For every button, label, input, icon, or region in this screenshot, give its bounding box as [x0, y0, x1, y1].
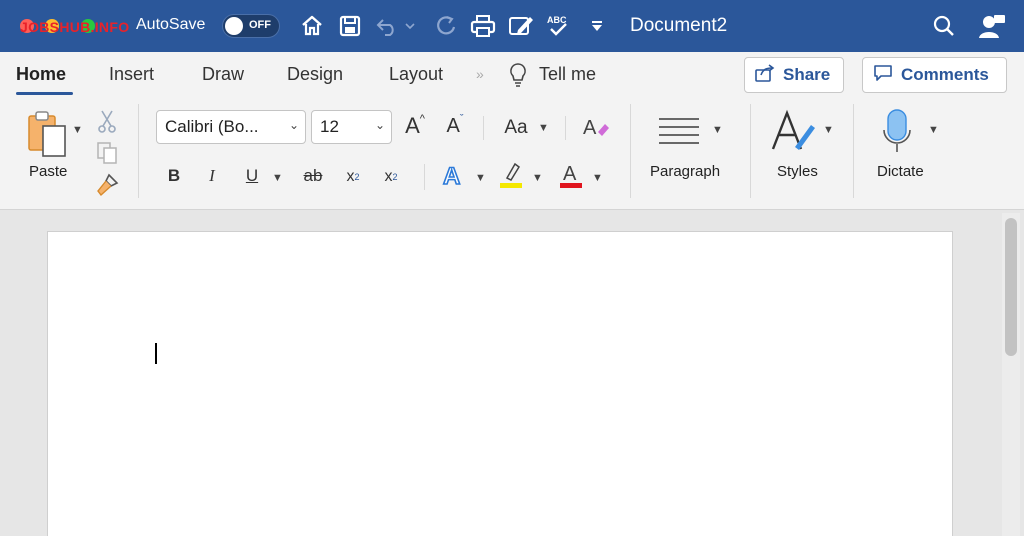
strikethrough-icon[interactable]: ab [298, 162, 328, 190]
ribbon-separator [853, 104, 854, 198]
font-name-value: Calibri (Bo... [165, 117, 259, 136]
dictate-label[interactable]: Dictate [877, 163, 924, 180]
ribbon-separator [138, 104, 139, 198]
undo-icon[interactable] [374, 12, 402, 40]
underline-icon[interactable]: U [240, 162, 264, 190]
superscript-icon[interactable]: x2 [378, 162, 404, 192]
styles-label[interactable]: Styles [777, 163, 818, 180]
svg-text:A: A [563, 163, 577, 185]
document-title: Document2 [630, 15, 728, 36]
paste-icon[interactable] [22, 110, 72, 158]
paragraph-icon[interactable] [654, 112, 704, 152]
share-icon [755, 63, 775, 87]
active-tab-indicator [16, 92, 73, 95]
paste-dropdown-chevron-icon[interactable]: ▼ [72, 124, 83, 136]
redo-icon[interactable] [432, 12, 460, 40]
tab-insert[interactable]: Insert [109, 64, 154, 85]
change-case-chevron-icon[interactable]: ▼ [538, 122, 549, 134]
highlight-icon[interactable] [496, 158, 526, 192]
ribbon-tab-row: Home Insert Draw Design Layout » Tell me… [0, 52, 1024, 100]
highlight-chevron-icon[interactable]: ▼ [532, 172, 543, 184]
share-user-icon[interactable] [978, 12, 1006, 40]
grow-font-icon[interactable]: A ^ [400, 112, 430, 140]
chevron-down-icon: ⌄ [374, 118, 385, 132]
tab-draw[interactable]: Draw [202, 64, 244, 85]
styles-chevron-icon[interactable]: ▼ [823, 124, 834, 136]
ribbon-separator [630, 104, 631, 198]
ribbon-separator [424, 164, 425, 190]
microphone-icon[interactable] [880, 106, 914, 158]
svg-text:A: A [583, 117, 597, 139]
font-size-dropdown[interactable]: 12 ⌄ [311, 110, 392, 144]
toggle-knob [225, 17, 243, 35]
autosave-label: AutoSave [136, 16, 206, 33]
change-case-button[interactable]: Aa [500, 114, 532, 142]
edit-icon[interactable] [507, 12, 535, 40]
undo-dropdown-chevron-icon[interactable] [400, 12, 420, 40]
title-bar: JOBSHUB.INFO AutoSave OFF ABC Document2 [0, 0, 1024, 52]
text-effects-icon[interactable]: A [438, 160, 468, 190]
format-painter-icon[interactable] [94, 172, 120, 198]
italic-icon[interactable]: I [200, 162, 224, 190]
paragraph-chevron-icon[interactable]: ▼ [712, 124, 723, 136]
svg-text:A: A [443, 163, 460, 188]
svg-text:ABC: ABC [547, 15, 567, 25]
clear-formatting-icon[interactable]: A [580, 112, 612, 142]
shrink-font-icon[interactable]: Aˇ [440, 112, 470, 140]
subscript-icon[interactable]: x2 [340, 162, 366, 192]
share-label: Share [783, 65, 831, 84]
home-icon[interactable] [298, 12, 326, 40]
tab-home[interactable]: Home [16, 64, 66, 85]
font-size-value: 12 [320, 117, 339, 136]
underline-chevron-icon[interactable]: ▼ [272, 172, 283, 184]
text-effects-chevron-icon[interactable]: ▼ [475, 172, 486, 184]
bold-icon[interactable]: B [162, 162, 186, 190]
tab-layout[interactable]: Layout [389, 64, 443, 85]
watermark-text: JOBSHUB.INFO [20, 19, 130, 35]
home-ribbon: ▼ Paste Calibri (Bo... ⌄ 12 ⌄ A ^ Aˇ Aa ▼… [0, 100, 1024, 210]
comments-button[interactable]: Comments [862, 57, 1007, 93]
comment-icon [873, 64, 893, 87]
autosave-toggle[interactable]: OFF [222, 14, 280, 38]
styles-icon[interactable] [768, 108, 820, 158]
chevron-down-icon: ⌄ [288, 118, 299, 132]
tab-design[interactable]: Design [287, 64, 343, 85]
paragraph-label[interactable]: Paragraph [650, 163, 720, 180]
more-tabs-chevron-icon[interactable]: » [476, 66, 484, 82]
cut-icon[interactable] [94, 108, 120, 134]
autosave-state: OFF [249, 19, 271, 31]
tell-me-label[interactable]: Tell me [539, 64, 596, 85]
dictate-chevron-icon[interactable]: ▼ [928, 124, 939, 136]
spelling-icon[interactable]: ABC [545, 12, 573, 40]
comments-label: Comments [901, 65, 989, 84]
copy-icon[interactable] [94, 140, 120, 166]
font-color-icon[interactable]: A [556, 158, 586, 192]
font-color-chevron-icon[interactable]: ▼ [592, 172, 603, 184]
share-button[interactable]: Share [744, 57, 844, 93]
customize-toolbar-icon[interactable] [585, 12, 609, 40]
ribbon-separator [750, 104, 751, 198]
ribbon-separator [565, 116, 566, 140]
search-icon[interactable] [930, 12, 958, 40]
ribbon-separator [483, 116, 484, 140]
document-page[interactable] [47, 231, 953, 536]
lightbulb-icon[interactable] [508, 62, 528, 93]
font-name-dropdown[interactable]: Calibri (Bo... ⌄ [156, 110, 306, 144]
save-icon[interactable] [336, 12, 364, 40]
change-case-label: Aa [504, 117, 528, 138]
print-icon[interactable] [469, 12, 497, 40]
scrollbar-thumb[interactable] [1005, 218, 1017, 356]
paste-label: Paste [29, 163, 68, 180]
text-cursor [155, 343, 157, 364]
